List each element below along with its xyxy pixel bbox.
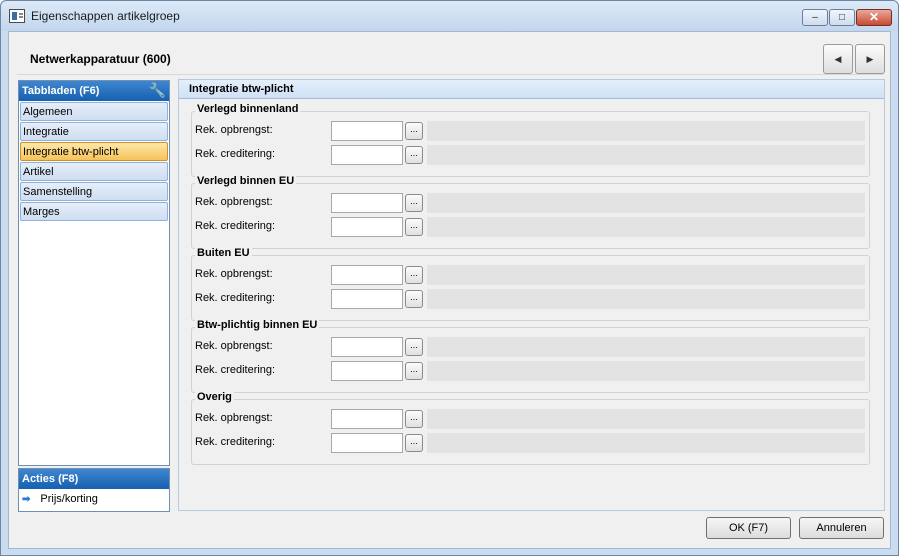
rek-opbrengst-description <box>427 265 865 285</box>
title-bar[interactable]: Eigenschappen artikelgroep – □ ✕ <box>1 1 898 31</box>
arrow-right-icon: ➡ <box>22 494 31 505</box>
tabs-sidebar-title: Tabbladen (F6) <box>22 85 100 97</box>
rek-creditering-label: Rek. creditering: <box>195 292 276 304</box>
group-buiten-eu: Buiten EU Rek. opbrengst: ... Rek. credi… <box>191 247 870 321</box>
cancel-button[interactable]: Annuleren <box>799 517 884 539</box>
group-title: Verlegd binnen EU <box>195 175 297 187</box>
chevron-left-icon: ◀ <box>834 54 842 64</box>
rek-opbrengst-input[interactable] <box>331 265 403 285</box>
rek-creditering-lookup-button[interactable]: ... <box>405 290 423 308</box>
rek-creditering-label: Rek. creditering: <box>195 148 276 160</box>
dialog-body: Netwerkapparatuur (600) ◀ ▶ Tabbladen (F… <box>8 31 891 549</box>
record-header: Netwerkapparatuur (600) ◀ ▶ <box>17 36 885 74</box>
rek-opbrengst-lookup-button[interactable]: ... <box>405 410 423 428</box>
group-title: Btw-plichtig binnen EU <box>195 319 320 331</box>
rek-opbrengst-lookup-button[interactable]: ... <box>405 194 423 212</box>
window-title: Eigenschappen artikelgroep <box>31 9 180 23</box>
group-title: Verlegd binnenland <box>195 103 301 115</box>
rek-opbrengst-label: Rek. opbrengst: <box>195 340 273 352</box>
tab-integratie-btw-plicht[interactable]: Integratie btw-plicht <box>20 142 168 161</box>
rek-opbrengst-label: Rek. opbrengst: <box>195 124 273 136</box>
content-panel: Integratie btw-plicht Verlegd binnenland… <box>178 79 885 511</box>
group-verlegd-binnen-eu: Verlegd binnen EU Rek. opbrengst: ... Re… <box>191 175 870 249</box>
rek-opbrengst-label: Rek. opbrengst: <box>195 196 273 208</box>
rek-creditering-label: Rek. creditering: <box>195 364 276 376</box>
close-button[interactable]: ✕ <box>856 9 892 26</box>
rek-creditering-input[interactable] <box>331 361 403 381</box>
previous-record-button[interactable]: ◀ <box>823 44 853 74</box>
wrench-icon[interactable]: 🔧 <box>149 82 166 99</box>
minimize-button[interactable]: – <box>802 9 828 26</box>
maximize-button[interactable]: □ <box>829 9 855 26</box>
rek-creditering-input[interactable] <box>331 289 403 309</box>
rek-opbrengst-input[interactable] <box>331 337 403 357</box>
rek-opbrengst-lookup-button[interactable]: ... <box>405 338 423 356</box>
actions-panel: Acties (F8) ➡ Prijs/korting <box>18 468 170 512</box>
app-icon <box>9 9 25 23</box>
rek-opbrengst-lookup-button[interactable]: ... <box>405 122 423 140</box>
tab-artikel[interactable]: Artikel <box>20 162 168 181</box>
group-title: Buiten EU <box>195 247 252 259</box>
rek-creditering-input[interactable] <box>331 145 403 165</box>
rek-opbrengst-input[interactable] <box>331 121 403 141</box>
chevron-right-icon: ▶ <box>866 54 874 64</box>
rek-creditering-label: Rek. creditering: <box>195 220 276 232</box>
rek-creditering-input[interactable] <box>331 433 403 453</box>
group-verlegd-binnenland: Verlegd binnenland Rek. opbrengst: ... R… <box>191 103 870 177</box>
rek-opbrengst-label: Rek. opbrengst: <box>195 268 273 280</box>
rek-creditering-description <box>427 361 865 381</box>
group-overig: Overig Rek. opbrengst: ... Rek. crediter… <box>191 391 870 465</box>
action-label: Prijs/korting <box>40 493 98 505</box>
rek-creditering-description <box>427 217 865 237</box>
ok-button[interactable]: OK (F7) <box>706 517 791 539</box>
group-title: Overig <box>195 391 234 403</box>
action-prijs-korting[interactable]: ➡ Prijs/korting <box>19 489 169 511</box>
group-btw-plichtig-binnen-eu: Btw-plichtig binnen EU Rek. opbrengst: .… <box>191 319 870 393</box>
rek-opbrengst-description <box>427 409 865 429</box>
record-title: Netwerkapparatuur (600) <box>30 52 171 66</box>
header-divider <box>17 74 884 75</box>
rek-opbrengst-label: Rek. opbrengst: <box>195 412 273 424</box>
rek-creditering-lookup-button[interactable]: ... <box>405 362 423 380</box>
rek-creditering-lookup-button[interactable]: ... <box>405 146 423 164</box>
content-panel-title: Integratie btw-plicht <box>179 80 884 99</box>
tabs-sidebar-header: Tabbladen (F6) 🔧 <box>19 81 169 101</box>
tab-marges[interactable]: Marges <box>20 202 168 221</box>
rek-opbrengst-description <box>427 193 865 213</box>
tab-samenstelling[interactable]: Samenstelling <box>20 182 168 201</box>
rek-creditering-lookup-button[interactable]: ... <box>405 218 423 236</box>
rek-opbrengst-input[interactable] <box>331 409 403 429</box>
actions-title: Acties (F8) <box>22 473 79 485</box>
rek-opbrengst-description <box>427 121 865 141</box>
rek-opbrengst-input[interactable] <box>331 193 403 213</box>
dialog-window: Eigenschappen artikelgroep – □ ✕ Netwerk… <box>0 0 899 556</box>
rek-opbrengst-lookup-button[interactable]: ... <box>405 266 423 284</box>
rek-creditering-input[interactable] <box>331 217 403 237</box>
rek-creditering-description <box>427 289 865 309</box>
tab-algemeen[interactable]: Algemeen <box>20 102 168 121</box>
rek-creditering-description <box>427 433 865 453</box>
rek-creditering-lookup-button[interactable]: ... <box>405 434 423 452</box>
rek-creditering-description <box>427 145 865 165</box>
rek-opbrengst-description <box>427 337 865 357</box>
rek-creditering-label: Rek. creditering: <box>195 436 276 448</box>
tabs-sidebar: Tabbladen (F6) 🔧 Algemeen Integratie Int… <box>18 80 170 466</box>
next-record-button[interactable]: ▶ <box>855 44 885 74</box>
actions-header: Acties (F8) <box>19 469 169 489</box>
tab-integratie[interactable]: Integratie <box>20 122 168 141</box>
